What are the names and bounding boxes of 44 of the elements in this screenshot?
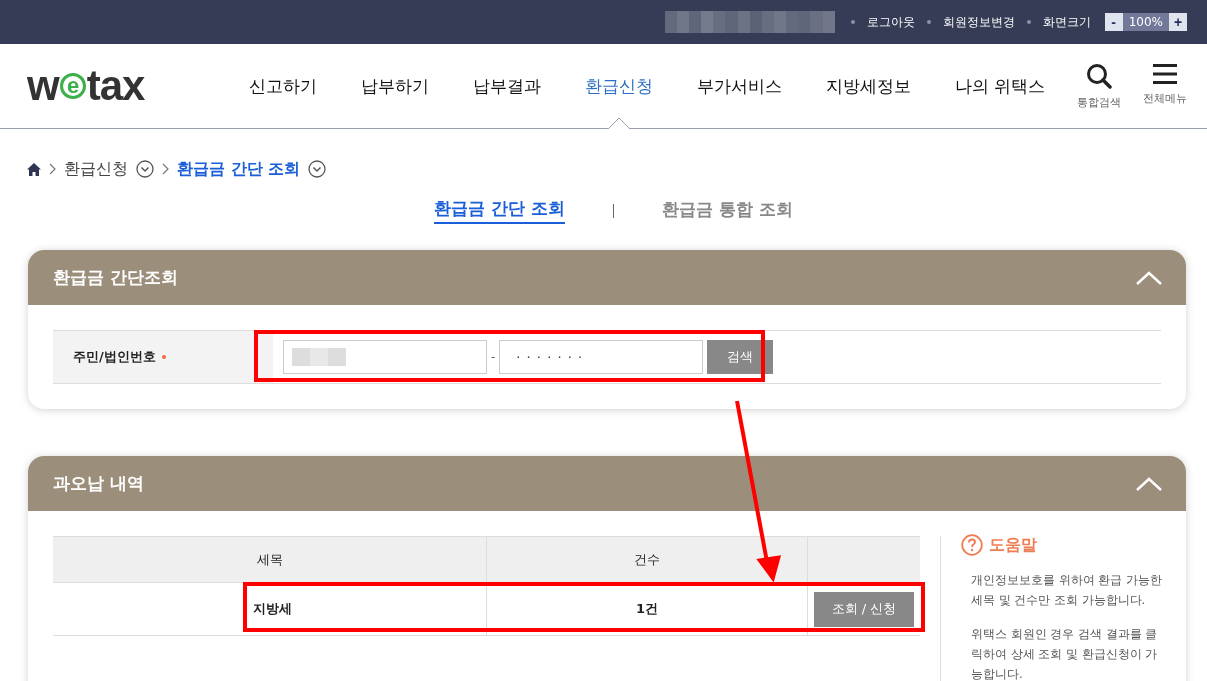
help-text: 개인정보보호를 위하여 환급 가능한 세목 및 건수만 조회 가능합니다. [970, 572, 1163, 609]
collapse-icon[interactable] [1136, 476, 1162, 491]
top-link[interactable]: 로그아웃 [866, 13, 915, 31]
top-link[interactable]: 화면크기 [1042, 13, 1091, 31]
view-apply-button[interactable]: 조회 / 신청 [813, 591, 915, 627]
tool-label[interactable]: 전체메뉴 [1143, 90, 1187, 106]
card-title: 환급금 간단조회 [53, 266, 178, 289]
home-icon[interactable] [27, 162, 41, 176]
help-icon [961, 534, 983, 556]
password-field[interactable]: · · · · · · · [499, 340, 704, 374]
help-text: 위택스 회원인 경우 검색 결과를 클릭하여 상세 조회 및 환급신청이 가능합니다. [970, 626, 1159, 681]
zoom-out-button[interactable]: - [1104, 13, 1123, 31]
help-title: 도움말 [989, 534, 1037, 556]
menu-icon[interactable] [1153, 62, 1177, 85]
dropdown-icon[interactable] [308, 160, 327, 178]
chevron-right-icon [49, 163, 56, 175]
column-header: 세목 [53, 537, 487, 582]
input-field[interactable] [283, 340, 487, 374]
nav-item[interactable]: 환급신청 [585, 44, 653, 128]
zoom-in-button[interactable]: + [1169, 13, 1187, 31]
separator: - [491, 350, 496, 364]
nav-item[interactable]: 납부결과 [473, 44, 541, 128]
table-cell: 1건 [487, 583, 808, 635]
dropdown-icon[interactable] [136, 160, 154, 178]
zoom-value: 100% [1122, 13, 1169, 31]
card-title: 과오납 내역 [53, 472, 144, 495]
nav-item[interactable]: 지방세정보 [826, 44, 911, 128]
nav-item[interactable]: 나의 위택스 [955, 44, 1046, 128]
tool-label[interactable]: 통합검색 [1077, 94, 1121, 110]
top-link[interactable]: 회원정보변경 [942, 13, 1015, 31]
field-label: 주민/법인번호 [73, 348, 156, 366]
nav-item[interactable]: 신고하기 [249, 44, 317, 128]
redacted-text [292, 348, 346, 366]
nav-item[interactable]: 부가서비스 [697, 44, 782, 128]
tab[interactable]: 환급금 간단 조회 [434, 197, 565, 224]
table-cell: 지방세 [53, 583, 487, 635]
tab[interactable]: 환급금 통합 조회 [662, 198, 793, 223]
collapse-icon[interactable] [1136, 270, 1162, 285]
breadcrumb-link[interactable]: 환급신청 [64, 158, 128, 180]
search-icon[interactable] [1086, 62, 1112, 89]
nav-item[interactable]: 납부하기 [361, 44, 429, 128]
search-button[interactable]: 검색 [707, 340, 774, 374]
breadcrumb-link[interactable]: 환급금 간단 조회 [177, 158, 301, 180]
chevron-right-icon [162, 163, 169, 175]
